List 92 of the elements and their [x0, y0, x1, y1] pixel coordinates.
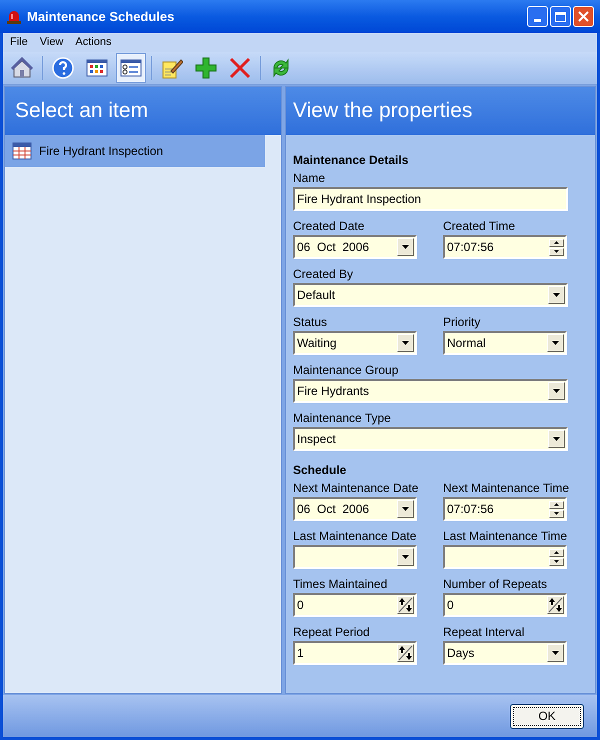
dropdown[interactable]: 06 Oct 2006: [293, 235, 417, 259]
dropdown[interactable]: Inspect: [293, 427, 568, 451]
dropdown[interactable]: Normal: [443, 331, 567, 355]
close-icon: [578, 11, 589, 22]
note-pencil-icon: [161, 57, 183, 79]
caret-icon: [402, 245, 409, 249]
input-field[interactable]: Fire Hydrant Inspection: [293, 187, 568, 211]
field-label: Maintenance Type: [293, 410, 392, 427]
table-icon: [12, 141, 32, 161]
field-label: Created Time: [443, 218, 516, 235]
house-icon: [11, 57, 33, 79]
spin-field[interactable]: 07:07:56: [443, 235, 567, 259]
up-down-button[interactable]: [547, 596, 564, 614]
help-icon: [52, 57, 74, 79]
dropdown-button[interactable]: [548, 286, 565, 304]
dropdown[interactable]: Waiting: [293, 331, 417, 355]
dropdown-button[interactable]: [547, 334, 564, 352]
up-arrow-icon: [554, 551, 559, 554]
down-arrow-icon: [554, 512, 559, 515]
spin-down-button[interactable]: [549, 558, 564, 566]
toolbar-button[interactable]: [116, 53, 146, 83]
field-label: Last Maintenance Date: [293, 528, 418, 545]
minimize-button[interactable]: [527, 6, 548, 27]
beacon-icon: [6, 8, 22, 24]
dropdown[interactable]: Default: [293, 283, 568, 307]
spin-down-button[interactable]: [549, 510, 564, 518]
ok-button[interactable]: OK: [510, 704, 584, 728]
down-arrow-icon: [554, 250, 559, 253]
field-label: Number of Repeats: [443, 576, 548, 593]
window-title: Maintenance Schedules: [27, 8, 174, 26]
spin-field[interactable]: [443, 545, 567, 569]
up-down-arrows-icon: [398, 645, 413, 661]
field-label: Created Date: [293, 218, 366, 235]
spin-field[interactable]: 07:07:56: [443, 497, 567, 521]
form-icon: [120, 57, 142, 79]
menu-item[interactable]: View: [40, 34, 64, 51]
menu-item[interactable]: Actions: [75, 34, 112, 51]
spin-field[interactable]: 1: [293, 641, 417, 665]
caret-icon: [402, 507, 409, 511]
dropdown-button[interactable]: [548, 382, 565, 400]
maximize-button[interactable]: [550, 6, 571, 27]
caret-icon: [402, 555, 409, 559]
down-arrow-icon: [554, 560, 559, 563]
pane-title: Select an item: [15, 98, 148, 124]
spin-up-button[interactable]: [549, 548, 564, 556]
pane-title: View the properties: [293, 98, 472, 124]
field-label: Next Maintenance Date: [293, 480, 420, 497]
up-down-button[interactable]: [397, 596, 414, 614]
section-heading: Schedule: [293, 462, 348, 479]
field-label: Next Maintenance Time: [443, 480, 570, 497]
field-label: Maintenance Group: [293, 362, 400, 379]
field-label: Repeat Interval: [443, 624, 526, 641]
caret-icon: [553, 437, 560, 441]
dropdown-button[interactable]: [397, 500, 414, 518]
spin-field[interactable]: 0: [443, 593, 567, 617]
section-heading: Maintenance Details: [293, 152, 410, 169]
field-label: Status: [293, 314, 328, 331]
dropdown[interactable]: 06 Oct 2006: [293, 497, 417, 521]
spin-down-button[interactable]: [549, 248, 564, 256]
caret-icon: [552, 341, 559, 345]
close-button[interactable]: [573, 6, 594, 27]
spin-up-button[interactable]: [549, 238, 564, 246]
dropdown-button[interactable]: [548, 430, 565, 448]
list-item[interactable]: Fire Hydrant Inspection: [5, 135, 265, 167]
up-arrow-icon: [554, 241, 559, 244]
up-down-arrows-icon: [398, 597, 413, 613]
dropdown-button[interactable]: [397, 334, 414, 352]
plus-icon: [195, 57, 217, 79]
field-label: Times Maintained: [293, 576, 388, 593]
spin-field[interactable]: 0: [293, 593, 417, 617]
dropdown[interactable]: Fire Hydrants: [293, 379, 568, 403]
field-label: Priority: [443, 314, 482, 331]
dropdown-button[interactable]: [547, 644, 564, 662]
field-label: Created By: [293, 266, 354, 283]
caret-icon: [552, 651, 559, 655]
up-down-button[interactable]: [397, 644, 414, 662]
caret-icon: [553, 293, 560, 297]
up-down-arrows-icon: [548, 597, 563, 613]
menu-item[interactable]: File: [10, 34, 28, 51]
spin-up-button[interactable]: [549, 500, 564, 508]
up-arrow-icon: [554, 503, 559, 506]
field-label: Repeat Period: [293, 624, 371, 641]
caret-icon: [402, 341, 409, 345]
delete-icon: [229, 57, 251, 79]
field-label: Name: [293, 170, 326, 187]
grid-icon: [86, 57, 108, 79]
field-label: Last Maintenance Time: [443, 528, 568, 545]
dropdown[interactable]: [293, 545, 417, 569]
dropdown-button[interactable]: [397, 548, 414, 566]
dropdown-button[interactable]: [397, 238, 414, 256]
dropdown[interactable]: Days: [443, 641, 567, 665]
caret-icon: [553, 389, 560, 393]
